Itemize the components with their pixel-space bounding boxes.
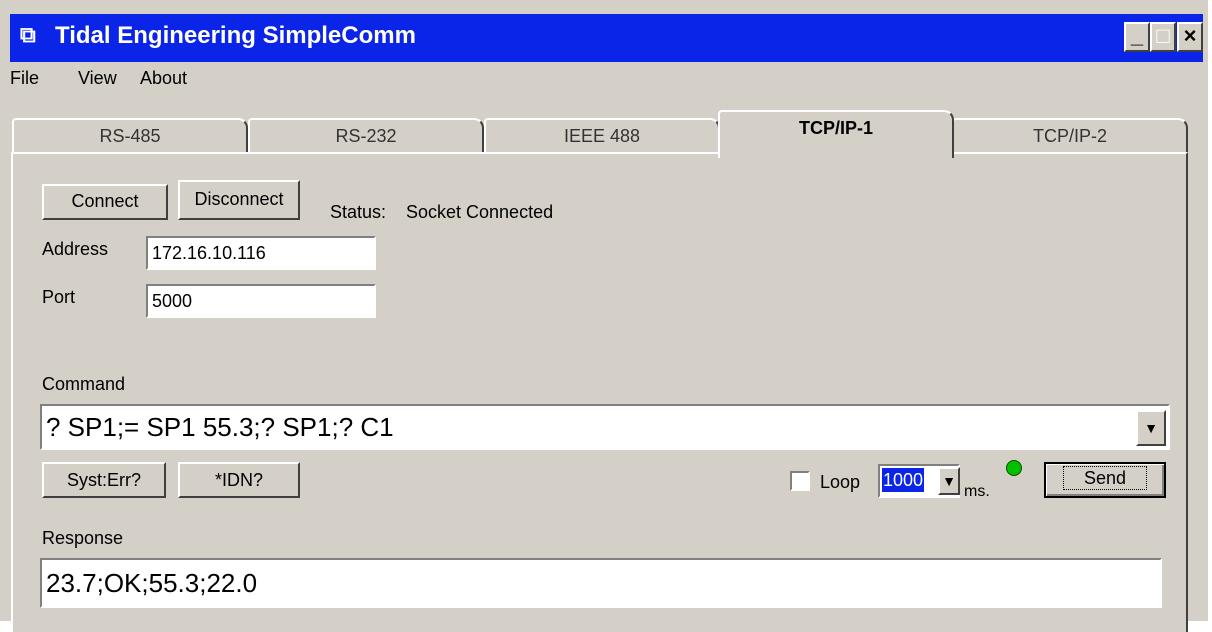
idn-button[interactable]: *IDN? <box>178 462 300 498</box>
tab-rs232[interactable]: RS-232 <box>248 118 484 154</box>
status-indicator-light <box>1006 460 1022 476</box>
interval-unit-label: ms. <box>964 483 990 500</box>
interval-value: 1000 <box>882 468 925 492</box>
command-label: Command <box>42 374 126 394</box>
response-output[interactable]: 23.7;OK;55.3;22.0 <box>40 558 1162 608</box>
menu-view[interactable]: View <box>78 66 117 90</box>
chevron-down-icon: ▼ <box>1144 420 1158 436</box>
command-dropdown-button[interactable]: ▼ <box>1136 410 1166 446</box>
response-label: Response <box>42 528 124 548</box>
tab-ieee488[interactable]: IEEE 488 <box>484 118 720 154</box>
status-label: Status: <box>330 202 387 222</box>
menu-file[interactable]: File <box>10 66 39 90</box>
interval-dropdown-button[interactable]: ▼ <box>938 467 960 495</box>
disconnect-button[interactable]: Disconnect <box>178 180 300 220</box>
tab-rs485[interactable]: RS-485 <box>12 118 248 154</box>
syst-err-button[interactable]: Syst:Err? <box>42 462 166 498</box>
application-window: ⧉ Tidal Engineering SimpleComm _ □ × Fil… <box>0 0 1208 632</box>
window-title: Tidal Engineering SimpleComm <box>55 22 416 49</box>
menu-about[interactable]: About <box>140 66 187 90</box>
connect-button[interactable]: Connect <box>42 184 168 220</box>
tab-tcpip2[interactable]: TCP/IP-2 <box>952 118 1188 154</box>
loop-checkbox[interactable] <box>790 471 810 491</box>
maximize-button[interactable]: □ <box>1150 22 1176 52</box>
minimize-button[interactable]: _ <box>1124 22 1150 52</box>
send-button-label: Send <box>1062 466 1148 490</box>
status-value: Socket Connected <box>406 202 554 222</box>
port-label: Port <box>42 287 76 307</box>
address-input[interactable]: 172.16.10.116 <box>146 236 376 270</box>
port-input[interactable]: 5000 <box>146 284 376 318</box>
chevron-down-icon: ▼ <box>942 473 956 489</box>
address-label: Address <box>42 239 109 259</box>
app-icon: ⧉ <box>20 22 36 47</box>
close-button[interactable]: × <box>1177 22 1203 52</box>
command-combo-input[interactable]: ? SP1;= SP1 55.3;? SP1;? C1 <box>40 404 1170 450</box>
loop-label: Loop <box>820 472 861 492</box>
send-button[interactable]: Send <box>1044 462 1166 498</box>
tab-tcpip1[interactable]: TCP/IP-1 <box>718 110 954 158</box>
